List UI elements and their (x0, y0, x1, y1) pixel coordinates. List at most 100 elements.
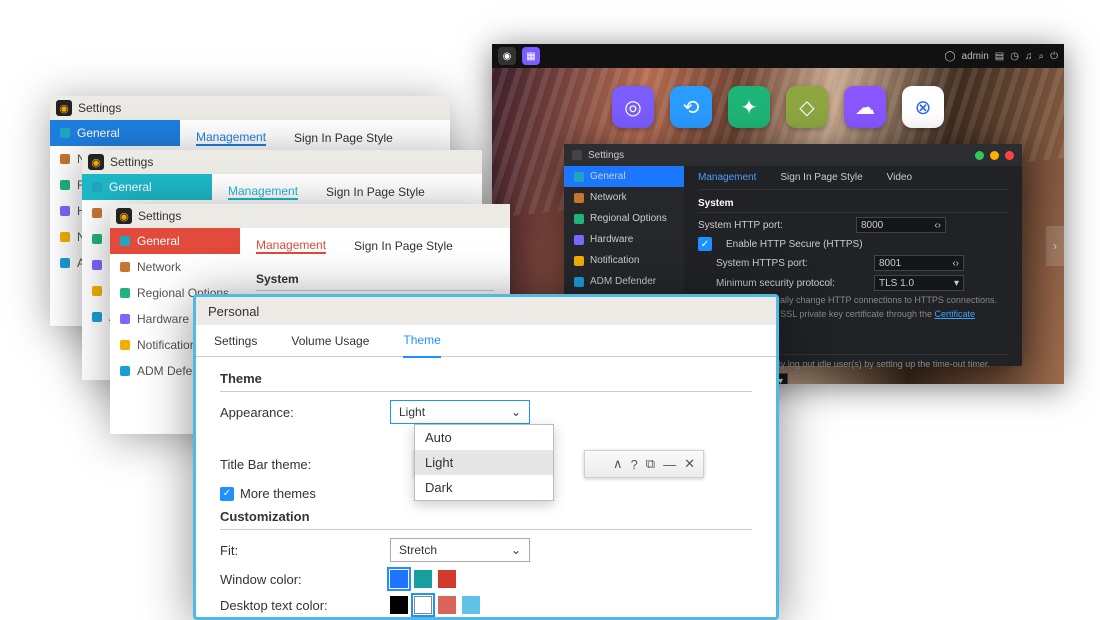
appearance-opt-dark[interactable]: Dark (415, 475, 553, 500)
app-connect[interactable]: ⊗ (902, 86, 944, 128)
tab-management[interactable]: Management (256, 238, 326, 254)
menu-icon[interactable]: ◉ (498, 47, 516, 65)
tab-signin[interactable]: Sign In Page Style (294, 131, 393, 145)
bell-icon (60, 232, 70, 242)
gear-icon: ◉ (56, 100, 72, 116)
side-general[interactable]: General (110, 228, 240, 254)
grid-icon[interactable]: ▦ (522, 47, 540, 65)
min-dot[interactable] (975, 151, 984, 160)
next-page-icon[interactable]: › (1046, 226, 1064, 266)
dark-side-adm-defender[interactable]: ADM Defender (564, 271, 684, 292)
tab-theme[interactable]: Theme (403, 333, 440, 358)
wincolor-swatch[interactable] (414, 570, 432, 588)
section-system: System (698, 198, 1008, 213)
search-icon[interactable]: ⌕ (1038, 51, 1044, 62)
personal-window: Personal Settings Volume Usage Theme The… (193, 294, 779, 620)
globe-alt-icon (574, 214, 584, 224)
dtcolor-swatch[interactable] (390, 596, 408, 614)
power-icon[interactable]: ⏻ (1050, 51, 1058, 62)
close-dot[interactable] (1005, 151, 1014, 160)
dark-side-notification[interactable]: Notification (564, 250, 684, 271)
desktop-taskbar: ◉ ▦ ◯ admin ▤ ◷ ♫ ⌕ ⏻ (492, 44, 1064, 68)
app-cleaner[interactable]: ⟲ (670, 86, 712, 128)
stepper-icon: ‹› (934, 220, 941, 231)
bell-icon[interactable]: ♫ (1025, 51, 1033, 62)
dark-side-hardware[interactable]: Hardware (564, 229, 684, 250)
caret-up-icon: ∧ (613, 456, 623, 472)
globe-alt-icon (120, 288, 130, 298)
personal-title: Personal (208, 304, 259, 319)
app-cloud[interactable]: ☁ (844, 86, 886, 128)
dark-side-network[interactable]: Network (564, 187, 684, 208)
dashboard-icon[interactable]: ▤ (995, 51, 1004, 62)
more-themes-checkbox[interactable]: ✓ (220, 487, 234, 501)
bell-icon (574, 256, 584, 266)
appearance-opt-auto[interactable]: Auto (415, 425, 553, 450)
tab-signin[interactable]: Sign In Page Style (354, 239, 453, 253)
app-docs[interactable]: ✦ (728, 86, 770, 128)
gear-icon (60, 128, 70, 138)
globe-icon (574, 193, 584, 203)
appearance-select[interactable]: Light ⌄ (390, 400, 530, 424)
shield-icon (120, 366, 130, 376)
side-general[interactable]: General (82, 174, 212, 200)
side-network[interactable]: Network (110, 254, 240, 280)
bell-icon (92, 286, 102, 296)
clock-icon[interactable]: ◷ (1010, 51, 1019, 62)
minimize-icon: — (663, 457, 676, 472)
tab-signin[interactable]: Sign In Page Style (326, 185, 425, 199)
app-media[interactable]: ◇ (786, 86, 828, 128)
wincolor-swatch[interactable] (390, 570, 408, 588)
appearance-opt-light[interactable]: Light (415, 450, 553, 475)
side-general[interactable]: General (50, 120, 180, 146)
http-port-input[interactable]: 8000‹› (856, 217, 946, 233)
tab-management[interactable]: Management (698, 172, 756, 183)
tab-settings[interactable]: Settings (214, 334, 257, 348)
settings-titlebar: ◉ Settings (50, 96, 450, 120)
titlebar-label: Title Bar theme: (220, 457, 390, 472)
https-port-input[interactable]: 8001‹› (874, 255, 964, 271)
titlebar-win-preview[interactable]: ∧ ? ⧉ — ✕ (584, 450, 704, 478)
more-themes-label: More themes (240, 486, 316, 501)
gear-icon (572, 150, 582, 160)
dtcolor-swatch[interactable] (414, 596, 432, 614)
globe-icon (92, 208, 102, 218)
dark-side-general[interactable]: General (564, 166, 684, 187)
minsec-label: Minimum security protocol: (716, 278, 866, 289)
wincolor-swatches (390, 570, 456, 588)
globe-alt-icon (92, 234, 102, 244)
app-utility[interactable]: ◎ (612, 86, 654, 128)
gear-icon (92, 182, 102, 192)
wincolor-swatch[interactable] (438, 570, 456, 588)
shield-icon (574, 277, 584, 287)
dark-tabs: Management Sign In Page Style Video (698, 166, 1008, 190)
shield-icon (92, 312, 102, 322)
tab-management[interactable]: Management (228, 184, 298, 200)
gear-icon (120, 236, 130, 246)
dtcolor-swatches (390, 596, 480, 614)
desktop-apps: ◎ ⟲ ✦ ◇ ☁ ⊗ (492, 86, 1064, 128)
globe-icon (60, 154, 70, 164)
tab-video[interactable]: Video (887, 172, 912, 183)
dtcolor-swatch[interactable] (462, 596, 480, 614)
max-dot[interactable] (990, 151, 999, 160)
section-theme: Theme (220, 371, 752, 392)
chevron-down-icon: ⌄ (511, 543, 521, 557)
gear-icon: ◉ (116, 208, 132, 224)
user-name[interactable]: admin (962, 51, 989, 62)
settings-title: Settings (110, 155, 153, 169)
dtcolor-label: Desktop text color: (220, 598, 390, 613)
dark-side-regional-options[interactable]: Regional Options (564, 208, 684, 229)
tab-volusage[interactable]: Volume Usage (291, 334, 369, 348)
minsec-select[interactable]: TLS 1.0▾ (874, 275, 964, 291)
https-checkbox[interactable]: ✓ (698, 237, 712, 251)
close-icon: ✕ (684, 456, 695, 472)
chip-icon (120, 314, 130, 324)
tab-signin[interactable]: Sign In Page Style (780, 172, 862, 183)
fit-select[interactable]: Stretch⌄ (390, 538, 530, 562)
dtcolor-swatch[interactable] (438, 596, 456, 614)
fit-label: Fit: (220, 543, 390, 558)
tab-management[interactable]: Management (196, 130, 266, 146)
settings-title: Settings (78, 101, 121, 115)
user-icon: ◯ (944, 51, 955, 62)
